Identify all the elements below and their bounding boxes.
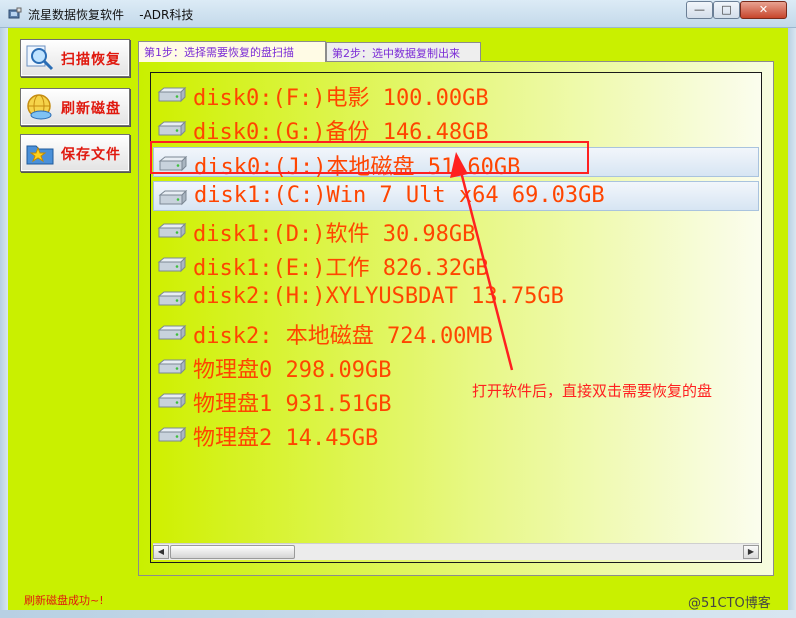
hard-disk-icon bbox=[156, 290, 188, 307]
tab-step2[interactable]: 第2步：选中数据复制出来 bbox=[326, 42, 481, 61]
maximize-button[interactable]: □ bbox=[713, 1, 740, 19]
hard-disk-icon bbox=[156, 222, 188, 239]
scan-recover-button[interactable]: 扫描恢复 bbox=[20, 39, 130, 77]
disk-label: 物理盘0 298.09GB bbox=[193, 358, 392, 383]
disk-list-item[interactable]: disk2:(H:)XYLYUSBDAT 13.75GB bbox=[153, 283, 759, 313]
horizontal-scrollbar[interactable]: ◀ ▶ bbox=[153, 543, 759, 560]
save-file-label: 保存文件 bbox=[61, 147, 121, 163]
scroll-right-button[interactable]: ▶ bbox=[743, 545, 759, 559]
save-file-button[interactable]: 保存文件 bbox=[20, 134, 130, 172]
magnifier-icon bbox=[26, 45, 54, 71]
disk-list-item[interactable]: 物理盘0 298.09GB bbox=[153, 351, 759, 383]
annotation-text: 打开软件后，直接双击需要恢复的盘 bbox=[472, 382, 713, 400]
folder-star-icon bbox=[26, 145, 54, 165]
hard-disk-icon bbox=[157, 189, 189, 206]
disk-label: disk0:(F:)电影 100.00GB bbox=[193, 86, 489, 111]
disk-list-item[interactable]: disk1:(C:)Win 7 Ult x64 69.03GB bbox=[153, 181, 759, 211]
scroll-left-button[interactable]: ◀ bbox=[153, 545, 169, 559]
disk-list-item[interactable]: disk0:(G:)备份 146.48GB bbox=[153, 113, 759, 145]
app-icon bbox=[8, 7, 22, 19]
hard-disk-icon bbox=[156, 120, 188, 137]
refresh-disks-label: 刷新磁盘 bbox=[61, 101, 121, 117]
disk-label: disk1:(E:)工作 826.32GB bbox=[193, 256, 489, 281]
hard-disk-icon bbox=[156, 392, 188, 409]
hard-disk-icon bbox=[156, 324, 188, 341]
hard-disk-icon bbox=[156, 426, 188, 443]
refresh-disks-button[interactable]: 刷新磁盘 bbox=[20, 88, 130, 126]
hard-disk-icon bbox=[156, 256, 188, 273]
close-button[interactable]: ✕ bbox=[740, 1, 787, 19]
scan-recover-label: 扫描恢复 bbox=[61, 52, 121, 68]
disk-label: 物理盘1 931.51GB bbox=[193, 392, 392, 417]
window-frame-left bbox=[0, 28, 8, 618]
status-text: 刷新磁盘成功~! bbox=[24, 594, 104, 607]
window-frame-bottom bbox=[0, 610, 796, 618]
window-frame-right bbox=[788, 28, 796, 618]
annotation-highlight-box bbox=[150, 141, 589, 174]
title-bar: 流星数据恢复软件 -ADR科技 — □ ✕ bbox=[0, 0, 796, 28]
hard-disk-icon bbox=[156, 358, 188, 375]
disk-label: 物理盘2 14.45GB bbox=[193, 426, 379, 451]
disk-label: disk1:(C:)Win 7 Ult x64 69.03GB bbox=[194, 183, 605, 208]
watermark: @51CTO博客 bbox=[688, 596, 771, 611]
disk-list-item[interactable]: disk2: 本地磁盘 724.00MB bbox=[153, 317, 759, 349]
disk-list-item[interactable]: 物理盘2 14.45GB bbox=[153, 419, 759, 451]
globe-icon bbox=[27, 94, 52, 120]
hard-disk-icon bbox=[156, 86, 188, 103]
disk-label: disk2:(H:)XYLYUSBDAT 13.75GB bbox=[193, 284, 564, 309]
disk-list-item[interactable]: disk0:(F:)电影 100.00GB bbox=[153, 79, 759, 111]
tab-step1[interactable]: 第1步：选择需要恢复的盘扫描 bbox=[138, 41, 326, 62]
minimize-button[interactable]: — bbox=[686, 1, 713, 19]
disk-label: disk1:(D:)软件 30.98GB bbox=[193, 222, 476, 247]
disk-label: disk2: 本地磁盘 724.00MB bbox=[193, 324, 493, 349]
window-title: 流星数据恢复软件 -ADR科技 bbox=[28, 8, 194, 22]
disk-list-item[interactable]: disk1:(E:)工作 826.32GB bbox=[153, 249, 759, 281]
disk-list-item[interactable]: disk1:(D:)软件 30.98GB bbox=[153, 215, 759, 247]
scrollbar-thumb[interactable] bbox=[170, 545, 295, 559]
